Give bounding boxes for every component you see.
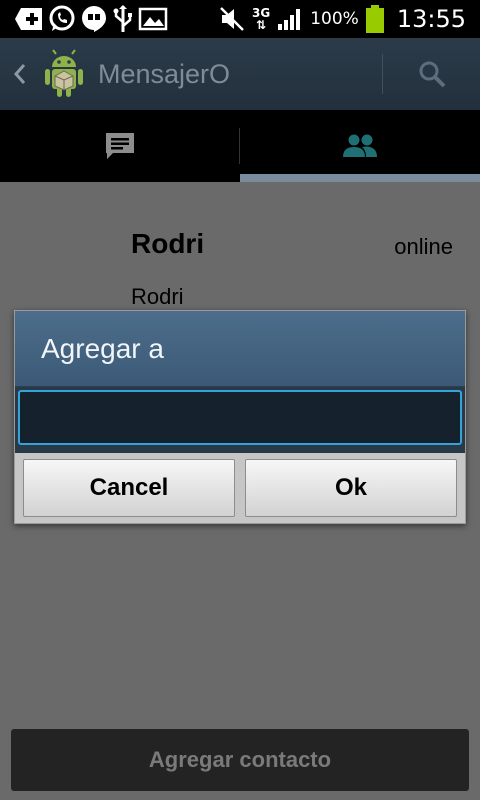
contact-status: online xyxy=(394,234,453,259)
status-bar: 3G ⇅ 100% 13:55 xyxy=(0,0,480,38)
tab-selected-indicator xyxy=(240,174,480,182)
action-bar-divider xyxy=(382,54,383,94)
back-button[interactable] xyxy=(0,38,40,110)
dialog-body xyxy=(15,387,465,453)
whatsapp-icon xyxy=(48,0,76,38)
back-icon xyxy=(13,64,26,84)
dialog-title: Agregar a xyxy=(41,332,164,364)
cancel-button[interactable]: Cancel xyxy=(23,459,235,517)
search-icon xyxy=(419,61,446,88)
dialog-text-input[interactable] xyxy=(18,390,462,445)
chat-icon xyxy=(106,133,134,159)
contacts-icon xyxy=(343,134,377,157)
clock: 13:55 xyxy=(396,5,466,33)
notification-icons xyxy=(0,0,168,38)
hangouts-icon xyxy=(80,0,108,38)
add-icon xyxy=(14,0,44,38)
battery-percent: 100% xyxy=(310,9,359,29)
contact-name[interactable]: Rodri xyxy=(131,228,204,260)
contact-subtitle: Rodri xyxy=(131,284,184,309)
ok-button[interactable]: Ok xyxy=(245,459,457,517)
app-title: MensajerO xyxy=(98,58,231,89)
gallery-icon xyxy=(138,0,168,38)
usb-icon xyxy=(112,0,134,38)
search-button[interactable] xyxy=(396,38,468,110)
signal-icon xyxy=(276,0,304,38)
network-3g-icon: 3G ⇅ xyxy=(252,6,271,32)
app-logo-icon[interactable] xyxy=(40,38,88,110)
add-to-dialog: Agregar a Cancel Ok xyxy=(14,310,466,524)
dialog-button-bar: Cancel Ok xyxy=(15,453,465,523)
action-bar: MensajerO xyxy=(0,38,480,110)
mute-icon xyxy=(218,0,246,38)
network-type-label: 3G xyxy=(252,6,271,20)
battery-icon xyxy=(365,0,385,38)
add-contact-button[interactable]: Agregar contacto xyxy=(11,729,469,791)
tab-chats[interactable] xyxy=(0,110,240,182)
tab-bar xyxy=(0,110,480,182)
tab-contacts[interactable] xyxy=(240,110,480,182)
dialog-header: Agregar a xyxy=(15,311,465,387)
system-icons: 3G ⇅ 100% 13:55 xyxy=(218,0,466,38)
